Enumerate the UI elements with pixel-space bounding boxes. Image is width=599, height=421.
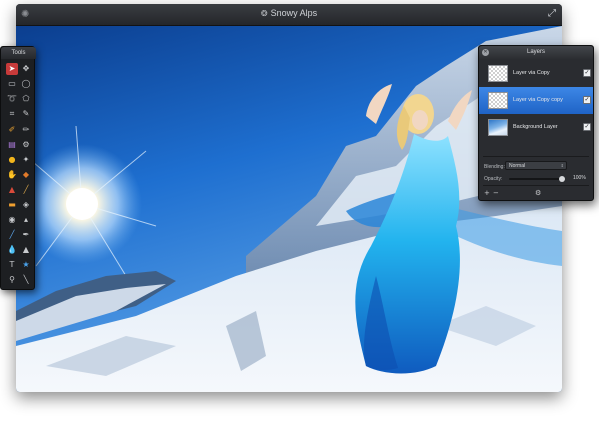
layer-thumbnail	[488, 92, 508, 109]
eye-tool-icon[interactable]: ◉	[6, 214, 18, 226]
opacity-slider-knob[interactable]	[559, 176, 565, 182]
app-document-icon: ❂	[260, 9, 268, 18]
burn-tool-icon[interactable]: ✋	[6, 169, 18, 181]
smudge-tool-icon[interactable]: ▲	[6, 184, 18, 196]
dodge-tool-icon[interactable]: ◆	[20, 169, 32, 181]
tools-palette-title[interactable]: Tools	[1, 47, 36, 59]
layers-panel: Layers ✕ Layer via Copy ✓ Layer via Copy…	[478, 45, 594, 201]
opacity-label: Opacity:	[484, 176, 503, 182]
text-tool-icon[interactable]: T	[6, 259, 18, 271]
window-titlebar[interactable]: ✺ ❂ Snowy Alps ⤢	[16, 4, 562, 26]
magic-wand-tool-icon[interactable]: ✦	[20, 154, 32, 166]
sharpen-tool-icon[interactable]: ▴	[20, 214, 32, 226]
layer-thumbnail	[488, 65, 508, 82]
blur-tool-icon[interactable]: ╱	[20, 184, 32, 196]
opacity-value: 100%	[573, 175, 586, 181]
blending-mode-value: Normal	[509, 163, 526, 169]
rect-select-tool-icon[interactable]: ▭	[6, 78, 18, 90]
gradient-tool-icon[interactable]: ▤	[6, 139, 18, 151]
star-tool-icon[interactable]: ★	[20, 259, 32, 271]
layer-name: Background Layer	[513, 124, 558, 130]
chevron-updown-icon: ⇕	[560, 163, 564, 168]
hand-tool-icon[interactable]: ╲	[20, 274, 32, 286]
tools-palette: Tools ➤ ✥ ▭ ◯ ➰ ⬠ ⌗ ✎ ✐ ✏ ▤ ⚙ ● ✦ ✋ ◆ ▲ …	[0, 46, 36, 290]
window-title: ❂ Snowy Alps	[16, 8, 562, 18]
red-eye-tool-icon[interactable]: ◈	[20, 199, 32, 211]
move-tool-icon[interactable]: ✥	[20, 63, 32, 75]
layer-row[interactable]: Layer via Copy copy ✓	[479, 87, 593, 114]
brush-tool-icon[interactable]: ✐	[6, 124, 18, 136]
paint-bucket-tool-icon[interactable]: ●	[6, 154, 18, 166]
clone-stamp-tool-icon[interactable]: ⚙	[20, 139, 32, 151]
layer-name: Layer via Copy copy	[513, 97, 563, 103]
blending-label: Blending:	[484, 164, 505, 170]
layer-visibility-checkbox[interactable]: ✓	[583, 96, 591, 104]
crop-tool-icon[interactable]: ⌗	[6, 108, 18, 120]
pointer-tool-icon[interactable]: ➤	[6, 63, 18, 75]
layers-panel-title[interactable]: Layers	[479, 46, 593, 59]
pen-tool-icon[interactable]: ✒	[20, 229, 32, 241]
layer-row[interactable]: Background Layer ✓	[479, 114, 593, 141]
panel-divider	[483, 156, 589, 157]
layer-name: Layer via Copy	[513, 70, 550, 76]
eyedropper-tool-icon[interactable]: ✎	[20, 108, 32, 120]
layer-visibility-checkbox[interactable]: ✓	[583, 69, 591, 77]
layer-visibility-checkbox[interactable]: ✓	[583, 123, 591, 131]
panel-divider	[483, 185, 589, 186]
polygon-lasso-tool-icon[interactable]: ⬠	[20, 93, 32, 105]
ellipse-select-tool-icon[interactable]: ◯	[20, 78, 32, 90]
window-title-text: Snowy Alps	[270, 8, 318, 18]
remove-layer-icon[interactable]: −	[493, 189, 499, 197]
line-tool-icon[interactable]: ╱	[6, 229, 18, 241]
fullscreen-arrows-icon[interactable]: ⤢	[548, 8, 556, 19]
layer-row[interactable]: Layer via Copy ✓	[479, 60, 593, 87]
layer-thumbnail	[488, 119, 508, 136]
eraser-tool-icon[interactable]: ▬	[6, 199, 18, 211]
layer-settings-gear-icon[interactable]: ⚙	[535, 189, 541, 197]
close-icon[interactable]: ✕	[482, 49, 489, 56]
add-layer-icon[interactable]: +	[484, 189, 490, 197]
shape-tool-icon[interactable]: ▲	[20, 244, 32, 256]
drop-tool-icon[interactable]: 💧	[6, 244, 18, 256]
zoom-tool-icon[interactable]: ⚲	[6, 274, 18, 286]
app-screenshot: ✺ ❂ Snowy Alps ⤢ Tools ➤ ✥ ▭ ◯ ➰ ⬠ ⌗ ✎ ✐…	[0, 0, 599, 421]
pencil-tool-icon[interactable]: ✏	[20, 124, 32, 136]
lasso-tool-icon[interactable]: ➰	[6, 93, 18, 105]
opacity-slider[interactable]	[509, 176, 565, 182]
blending-mode-select[interactable]: Normal ⇕	[505, 161, 567, 170]
